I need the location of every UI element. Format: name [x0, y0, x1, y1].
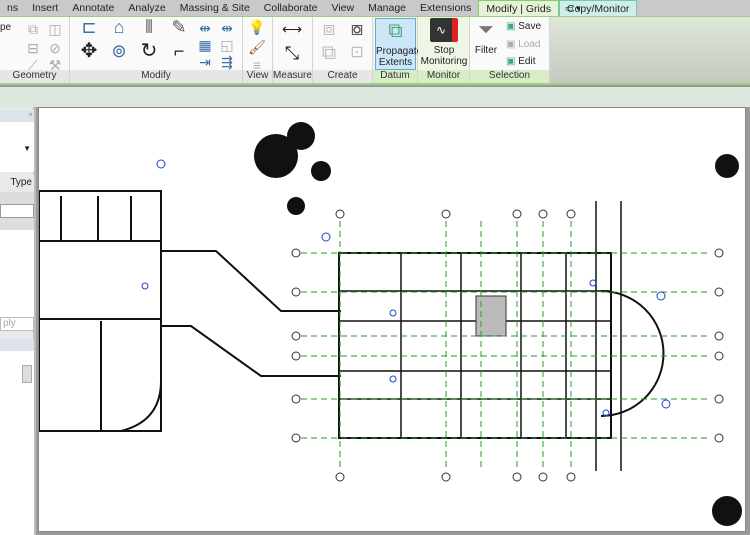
- stop-monitoring-icon: ∿: [430, 18, 458, 42]
- join-icon[interactable]: ⊟: [24, 40, 42, 56]
- mirror-draw-icon[interactable]: ✎: [166, 18, 192, 36]
- panel-view: 💡 🖌 ≡ View: [243, 17, 273, 83]
- tab-collaborate[interactable]: Collaborate: [257, 0, 325, 16]
- panel-measure: ⟷ ⤡ Measure: [273, 17, 313, 83]
- trim-icon[interactable]: ⌐: [166, 42, 192, 60]
- chevron-down-icon[interactable]: ▼: [23, 144, 31, 153]
- propagate-extents-icon: ⧉: [388, 20, 403, 42]
- panel-selection: ⏷ Filter ▣ Save ▣ Load ▣ Edit Selection: [470, 17, 550, 83]
- property-group: [0, 218, 34, 230]
- tab-massing-site[interactable]: Massing & Site: [173, 0, 257, 16]
- property-group: [0, 192, 34, 204]
- ribbon-tabs: ns Insert Annotate Analyze Massing & Sit…: [0, 0, 750, 17]
- tab-annotate[interactable]: Annotate: [65, 0, 121, 16]
- panel-label: Geometry: [0, 70, 69, 83]
- filter-button[interactable]: ⏷ Filter: [472, 18, 500, 56]
- options-bar: [0, 87, 750, 107]
- panel-label: Create: [313, 70, 372, 83]
- type-selector[interactable]: ▼: [0, 122, 34, 172]
- panel-geometry: pe ⧉ ◫ ⊟ ⊘ ⟋ ⚒ Geometry: [0, 17, 70, 83]
- project-browser: [0, 351, 34, 535]
- save-icon: ▣: [506, 21, 516, 32]
- propagate-extents-button[interactable]: ⧉ Propagate Extents: [375, 18, 422, 70]
- button-label: Edit: [518, 56, 536, 67]
- grid-lines: [301, 221, 711, 471]
- tab-view[interactable]: View: [325, 0, 362, 16]
- split-icon[interactable]: ⇹: [196, 20, 214, 36]
- create-group-icon[interactable]: ⧉: [317, 43, 341, 63]
- tab-modify-grids[interactable]: Modify | Grids: [478, 0, 559, 16]
- tab-analyze[interactable]: Analyze: [121, 0, 172, 16]
- panel-modify: ⊏ ⌂ ⫴ ✎ ✥ ⊚ ↻ ⌐ ⇹ ⇹ ▦ ◱ ⇥ ⇶ ✖ Modify: [70, 17, 311, 83]
- panel-create: ⧈ ⧇ ⧉ ⊡ Create: [313, 17, 373, 83]
- panel-label: Selection: [470, 70, 549, 83]
- split-gap-icon[interactable]: ⇹: [218, 20, 236, 36]
- property-list: [0, 230, 34, 320]
- button-label: Propagate Extents: [376, 46, 423, 68]
- tab-insert[interactable]: Insert: [25, 0, 65, 16]
- move-icon[interactable]: ✥: [76, 41, 102, 61]
- curved-wall: [101, 341, 162, 432]
- button-label: Filter: [474, 45, 498, 56]
- create-assembly-icon[interactable]: ⧈: [317, 19, 341, 39]
- panel-datum: ⧉ Propagate Extents Datum: [373, 17, 422, 83]
- align-icon[interactable]: ⊏: [76, 18, 102, 36]
- floor-plan: [39, 122, 742, 526]
- edit-selection-button[interactable]: ▣ Edit: [506, 56, 535, 67]
- close-icon[interactable]: ▫: [29, 110, 32, 119]
- mirror-pick-icon[interactable]: ⫴: [136, 18, 162, 36]
- tab-manage[interactable]: Manage: [361, 0, 413, 16]
- ribbon-empty-area: [550, 17, 750, 83]
- save-selection-button[interactable]: ▣ Save: [506, 21, 541, 32]
- button-label: Load: [518, 39, 541, 50]
- property-field[interactable]: [0, 204, 34, 218]
- browser-header: [0, 339, 34, 351]
- button-label: Save: [518, 21, 542, 32]
- filter-icon: ⏷: [478, 19, 494, 41]
- selected-grid-handles[interactable]: [141, 159, 671, 417]
- cope-icon[interactable]: ⧉: [24, 21, 42, 37]
- ribbon: pe ⧉ ◫ ⊟ ⊘ ⟋ ⚒ Geometry ⊏ ⌂ ⫴ ✎ ✥ ⊚ ↻ ⌐ …: [0, 17, 750, 85]
- scrollbar-thumb[interactable]: [22, 365, 32, 383]
- tab-extensions[interactable]: Extensions: [413, 0, 478, 16]
- load-selection-button[interactable]: ▣ Load: [506, 39, 540, 50]
- edit-icon: ▣: [506, 56, 516, 67]
- split-face-icon[interactable]: ⊘: [46, 40, 64, 56]
- dimension-icon[interactable]: ⤡: [277, 44, 307, 62]
- scale-icon[interactable]: ◱: [218, 37, 236, 53]
- trim-extend-icon[interactable]: ⇶: [218, 54, 236, 70]
- drawing-canvas[interactable]: [38, 107, 746, 532]
- properties-header: ▫: [0, 110, 34, 122]
- tab-architecture[interactable]: ns: [0, 0, 25, 16]
- panel-label: Measure: [273, 70, 312, 83]
- tower-walls: [595, 201, 622, 471]
- paintbrush-icon[interactable]: 🖌: [248, 39, 266, 55]
- edit-type-label[interactable]: Type: [0, 174, 34, 192]
- interior-walls: [339, 253, 611, 438]
- properties-panel: ▫ ▼ Type ply: [0, 107, 36, 535]
- panel-toggle-button[interactable]: ▭ ▾: [565, 3, 581, 14]
- panel-label: Monitor: [418, 70, 469, 83]
- panel-label: Datum: [373, 70, 417, 83]
- panel-monitor: ∿ Stop Monitoring Monitor: [418, 17, 470, 83]
- apply-button[interactable]: ply: [0, 317, 34, 331]
- panel-label: Modify: [70, 70, 242, 83]
- offset-icon[interactable]: ⌂: [106, 18, 132, 36]
- lightbulb-icon[interactable]: 💡: [248, 19, 266, 35]
- stop-monitoring-button[interactable]: ∿ Stop Monitoring: [420, 18, 468, 67]
- cut-icon[interactable]: ◫: [46, 21, 64, 37]
- measure-between-icon[interactable]: ⟷: [277, 21, 307, 37]
- button-label: Stop Monitoring: [420, 45, 468, 67]
- create-parts-icon[interactable]: ⧇: [345, 19, 369, 39]
- main-building: [338, 252, 612, 439]
- grid-bubbles: [291, 209, 724, 482]
- type-fragment: pe: [0, 22, 12, 33]
- copy-icon[interactable]: ⊚: [106, 42, 132, 60]
- trim-multiple-icon[interactable]: ⇥: [196, 54, 214, 70]
- panel-label: View: [243, 70, 272, 83]
- array-icon[interactable]: ▦: [196, 37, 214, 53]
- rotate-icon[interactable]: ↻: [136, 41, 162, 61]
- load-icon: ▣: [506, 39, 516, 50]
- similar-icon[interactable]: ⊡: [345, 45, 369, 61]
